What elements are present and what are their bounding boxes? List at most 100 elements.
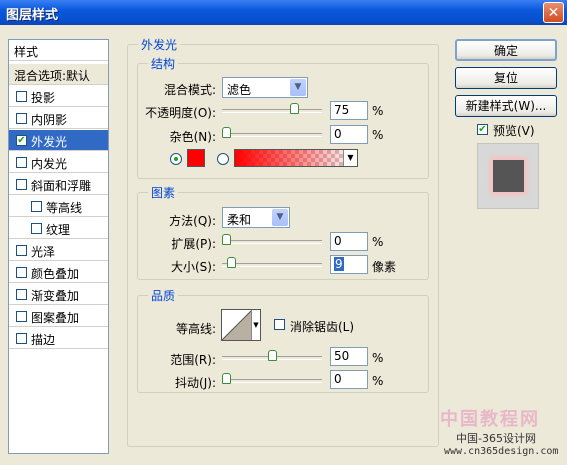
style-item[interactable]: 描边: [9, 328, 108, 349]
blending-options-item[interactable]: 混合选项:默认: [9, 64, 108, 85]
style-item-checkbox[interactable]: [16, 267, 27, 278]
style-item-label: 颜色叠加: [31, 267, 80, 281]
style-item-label: 光泽: [31, 245, 56, 259]
size-unit: 像素: [372, 260, 397, 274]
style-item[interactable]: 斜面和浮雕: [9, 174, 108, 195]
opacity-label: 不透明度(O):: [145, 106, 216, 120]
blend-mode-value: 滤色: [227, 83, 252, 97]
spread-label: 扩展(P):: [171, 237, 216, 251]
style-item[interactable]: 颜色叠加: [9, 262, 108, 283]
chevron-down-icon: ▼: [343, 150, 357, 166]
jitter-slider-thumb[interactable]: [222, 373, 231, 384]
style-item-checkbox[interactable]: [16, 333, 27, 344]
style-item-checkbox[interactable]: ✔: [16, 135, 27, 146]
style-item[interactable]: 光泽: [9, 240, 108, 261]
gradient-radio[interactable]: [217, 153, 229, 165]
spread-input[interactable]: 0: [330, 232, 368, 251]
size-input[interactable]: 9: [330, 255, 368, 274]
style-item[interactable]: 投影: [9, 86, 108, 107]
style-item-checkbox[interactable]: [16, 311, 27, 322]
style-preview-thumbnail: [477, 143, 539, 209]
watermark-url: www.cn365design.com: [444, 446, 559, 457]
noise-slider-thumb[interactable]: [222, 127, 231, 138]
size-slider-thumb[interactable]: [226, 257, 236, 268]
jitter-slider[interactable]: [222, 379, 322, 383]
spread-slider-thumb[interactable]: [222, 234, 231, 245]
style-item-label: 纹理: [46, 223, 71, 237]
close-icon[interactable]: ✕: [543, 2, 564, 23]
solid-color-radio[interactable]: [170, 153, 182, 165]
range-input[interactable]: 50: [330, 347, 368, 366]
new-style-button[interactable]: 新建样式(W)...: [455, 95, 557, 117]
contour-picker[interactable]: ▼: [221, 309, 261, 341]
style-item-checkbox[interactable]: [16, 245, 27, 256]
blend-mode-select[interactable]: 滤色 ▼: [222, 77, 308, 98]
opacity-slider[interactable]: [222, 109, 322, 113]
style-item-label: 斜面和浮雕: [31, 179, 92, 193]
glow-color-swatch[interactable]: [187, 149, 205, 167]
noise-slider[interactable]: [222, 133, 322, 137]
styles-list: 样式 混合选项:默认 投影内阴影 ✔ 外发光内发光斜面和浮雕等高线纹理光泽颜色叠加渐…: [8, 39, 109, 454]
range-unit: %: [372, 351, 384, 365]
style-item[interactable]: 内阴影: [9, 108, 108, 129]
range-slider-thumb[interactable]: [267, 350, 277, 361]
anti-alias-label: 消除锯齿(L): [290, 320, 355, 334]
size-value: 9: [334, 257, 344, 271]
jitter-label: 抖动(J):: [175, 376, 216, 390]
chevron-down-icon: ▼: [290, 79, 306, 96]
style-item-checkbox[interactable]: [16, 91, 27, 102]
noise-unit: %: [372, 128, 384, 142]
quality-title: 品质: [148, 287, 179, 304]
chevron-down-icon: ▼: [272, 209, 288, 226]
styles-list-header[interactable]: 样式: [9, 40, 108, 61]
spread-unit: %: [372, 235, 384, 249]
style-item[interactable]: 内发光: [9, 152, 108, 173]
jitter-input[interactable]: 0: [330, 370, 368, 389]
style-item[interactable]: ✔ 外发光: [9, 130, 108, 151]
style-item-label: 渐变叠加: [31, 289, 80, 303]
style-item[interactable]: 图案叠加: [9, 306, 108, 327]
style-item[interactable]: 纹理: [9, 218, 108, 239]
contour-label: 等高线:: [175, 322, 216, 336]
spread-slider[interactable]: [222, 240, 322, 244]
technique-label: 方法(Q):: [169, 214, 216, 228]
size-label: 大小(S):: [170, 260, 216, 274]
anti-alias-checkbox[interactable]: [274, 319, 285, 330]
size-slider[interactable]: [222, 263, 322, 267]
structure-title: 结构: [148, 55, 179, 72]
style-item[interactable]: 等高线: [9, 196, 108, 217]
layer-style-dialog: 图层样式 ✕ 样式 混合选项:默认 投影内阴影 ✔ 外发光内发光斜面和浮雕等高线纹理…: [0, 0, 567, 465]
noise-input[interactable]: 0: [330, 125, 368, 144]
preview-label: 预览(V): [493, 124, 535, 138]
style-item-checkbox[interactable]: [31, 223, 42, 234]
window-title: 图层样式: [6, 8, 59, 23]
style-item[interactable]: 渐变叠加: [9, 284, 108, 305]
elements-title: 图素: [148, 184, 179, 201]
style-item-checkbox[interactable]: [16, 113, 27, 124]
style-item-checkbox[interactable]: [31, 201, 42, 212]
jitter-unit: %: [372, 374, 384, 388]
opacity-input[interactable]: 75: [330, 101, 368, 120]
preview-checkbox[interactable]: ✔: [477, 124, 488, 135]
outer-glow-title: 外发光: [138, 36, 181, 53]
blend-mode-label: 混合模式:: [163, 83, 216, 97]
glow-gradient-picker[interactable]: ▼: [234, 149, 358, 167]
chevron-down-icon: ▼: [251, 310, 260, 340]
opacity-slider-thumb[interactable]: [290, 103, 300, 114]
technique-select[interactable]: 柔和 ▼: [222, 207, 290, 228]
technique-value: 柔和: [227, 213, 252, 227]
watermark-site-name: 中国-365设计网: [456, 432, 536, 445]
style-item-label: 内发光: [31, 157, 68, 171]
style-item-label: 投影: [31, 91, 56, 105]
watermark-logo-text: 中国教程网: [440, 409, 540, 430]
style-item-label: 外发光: [31, 135, 68, 149]
style-item-label: 内阴影: [31, 113, 68, 127]
style-item-checkbox[interactable]: [16, 157, 27, 168]
reset-button[interactable]: 复位: [455, 67, 557, 89]
contour-curve-icon: [222, 310, 252, 340]
title-bar[interactable]: 图层样式 ✕: [0, 0, 567, 25]
style-item-label: 等高线: [46, 201, 83, 215]
style-item-checkbox[interactable]: [16, 289, 27, 300]
ok-button[interactable]: 确定: [455, 39, 557, 61]
style-item-checkbox[interactable]: [16, 179, 27, 190]
